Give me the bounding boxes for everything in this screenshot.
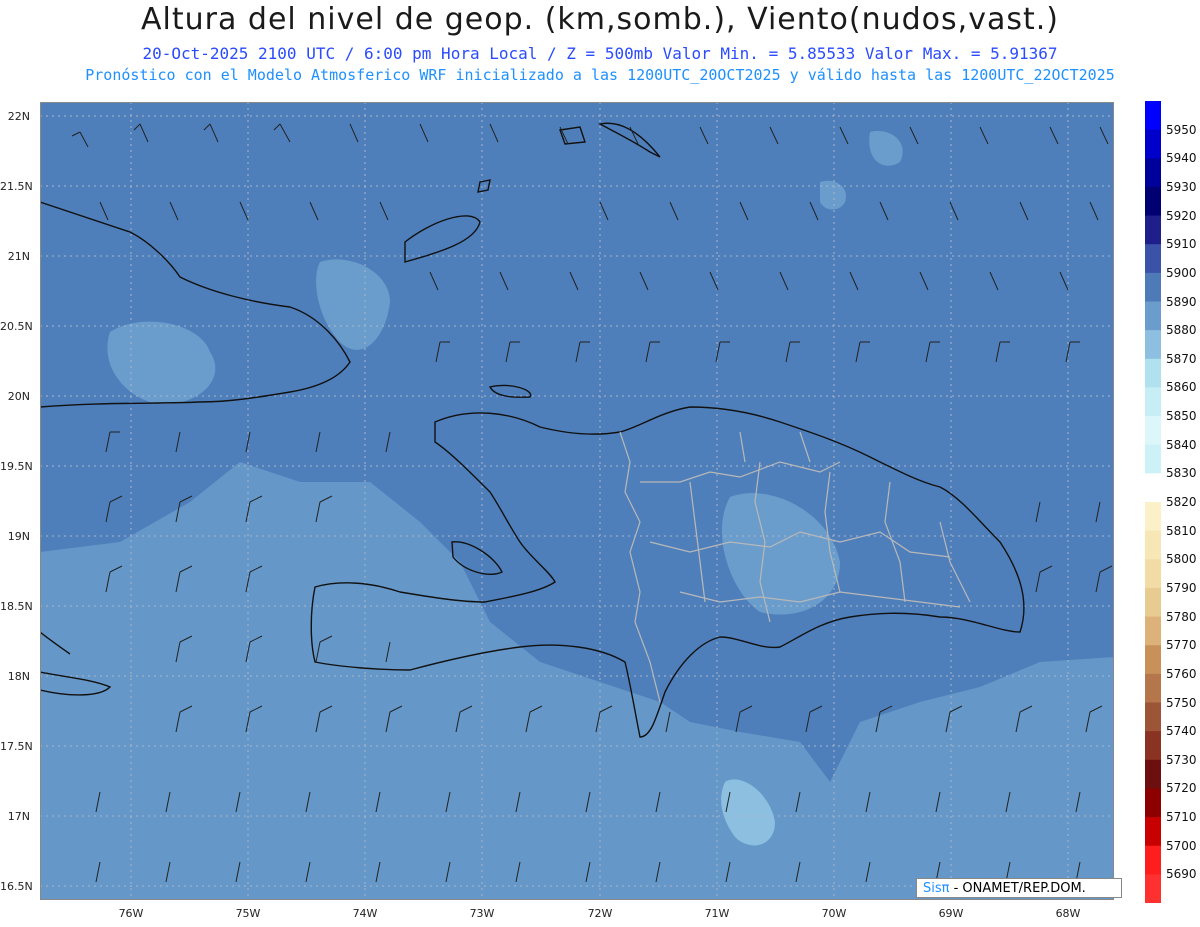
colorbar-swatch bbox=[1145, 330, 1161, 360]
colorbar-swatch bbox=[1145, 129, 1161, 159]
colorbar-swatch bbox=[1145, 387, 1161, 417]
lat-label: 18.5N bbox=[0, 600, 33, 613]
lat-label: 17N bbox=[7, 810, 30, 823]
colorbar-level-label: 5760 bbox=[1166, 666, 1197, 681]
lon-label: 70W bbox=[821, 907, 847, 920]
colorbar-swatch bbox=[1145, 444, 1161, 474]
colorbar-level-label: 5690 bbox=[1166, 867, 1197, 882]
colorbar-swatch bbox=[1145, 759, 1161, 789]
colorbar-swatch bbox=[1145, 731, 1161, 761]
lon-label: 71W bbox=[704, 907, 730, 920]
lat-label: 16.5N bbox=[0, 880, 33, 893]
brand-logo-text: Sisπ bbox=[923, 881, 950, 896]
colorbar-swatch bbox=[1145, 788, 1161, 818]
colorbar-level-label: 5700 bbox=[1166, 838, 1197, 853]
colorbar-level-label: 5800 bbox=[1166, 552, 1197, 567]
colorbar-level-label: 5780 bbox=[1166, 609, 1197, 624]
colorbar-swatch bbox=[1145, 244, 1161, 274]
lon-label: 68W bbox=[1055, 907, 1081, 920]
colorbar bbox=[1145, 101, 1161, 903]
credit-box: Sisπ - ONAMET/REP.DOM. bbox=[916, 878, 1122, 898]
colorbar-swatch bbox=[1145, 616, 1161, 646]
colorbar-level-label: 5870 bbox=[1166, 351, 1197, 366]
lat-label: 19.5N bbox=[0, 460, 33, 473]
colorbar-level-label: 5710 bbox=[1166, 810, 1197, 825]
colorbar-swatch bbox=[1145, 158, 1161, 188]
colorbar-swatch bbox=[1145, 101, 1161, 131]
lon-label: 75W bbox=[235, 907, 261, 920]
colorbar-swatch bbox=[1145, 673, 1161, 703]
colorbar-swatch bbox=[1145, 301, 1161, 331]
colorbar-level-label: 5950 bbox=[1166, 122, 1197, 137]
colorbar-swatch bbox=[1145, 272, 1161, 302]
lat-label: 20N bbox=[7, 390, 30, 403]
colorbar-swatch bbox=[1145, 502, 1161, 532]
colorbar-level-label: 5820 bbox=[1166, 495, 1197, 509]
lon-label: 76W bbox=[118, 907, 144, 920]
lon-label: 74W bbox=[352, 907, 378, 920]
colorbar-swatch bbox=[1145, 587, 1161, 618]
lat-label: 19N bbox=[7, 530, 30, 543]
colorbar-swatch bbox=[1145, 702, 1161, 732]
colorbar-level-label: 5880 bbox=[1166, 323, 1197, 338]
colorbar-level-label: 5720 bbox=[1166, 781, 1197, 796]
colorbar-swatch bbox=[1145, 645, 1161, 675]
valid-time-subtitle: 20-Oct-2025 2100 UTC / 6:00 pm Hora Loca… bbox=[142, 44, 1058, 63]
lon-label: 73W bbox=[469, 907, 495, 920]
geopotential-map bbox=[40, 102, 1114, 900]
colorbar-level-label: 5830 bbox=[1166, 466, 1197, 481]
lon-label: 69W bbox=[938, 907, 964, 920]
colorbar-level-label: 5900 bbox=[1166, 265, 1197, 280]
lon-label: 72W bbox=[587, 907, 613, 920]
credit-text: - ONAMET/REP.DOM. bbox=[953, 881, 1086, 896]
lat-label: 21.5N bbox=[0, 180, 33, 193]
colorbar-level-label: 5910 bbox=[1166, 237, 1197, 252]
colorbar-swatch bbox=[1145, 874, 1161, 903]
lat-label: 20.5N bbox=[0, 320, 33, 333]
colorbar-level-label: 5750 bbox=[1166, 695, 1197, 710]
colorbar-swatch bbox=[1145, 559, 1161, 589]
colorbar-level-label: 5890 bbox=[1166, 294, 1197, 309]
colorbar-level-label: 5940 bbox=[1166, 151, 1197, 166]
colorbar-swatch bbox=[1145, 473, 1161, 503]
lat-label: 18N bbox=[7, 670, 30, 683]
colorbar-level-label: 5840 bbox=[1166, 437, 1197, 452]
colorbar-swatch bbox=[1145, 186, 1161, 217]
colorbar-swatch bbox=[1145, 358, 1161, 388]
map-title: Altura del nivel de geop. (km,somb.), Vi… bbox=[141, 2, 1059, 37]
colorbar-level-label: 5810 bbox=[1166, 523, 1197, 538]
colorbar-swatch bbox=[1145, 817, 1161, 847]
colorbar-level-label: 5740 bbox=[1166, 724, 1197, 739]
colorbar-level-label: 5920 bbox=[1166, 208, 1197, 223]
colorbar-level-label: 5850 bbox=[1166, 409, 1197, 424]
colorbar-swatch bbox=[1145, 530, 1161, 560]
colorbar-level-label: 5730 bbox=[1166, 752, 1197, 767]
colorbar-swatch bbox=[1145, 215, 1161, 245]
lat-label: 22N bbox=[7, 110, 30, 123]
colorbar-level-label: 5930 bbox=[1166, 179, 1197, 194]
lat-label: 21N bbox=[7, 250, 30, 263]
colorbar-level-label: 5790 bbox=[1166, 580, 1197, 595]
colorbar-level-label: 5860 bbox=[1166, 380, 1197, 395]
colorbar-level-label: 5770 bbox=[1166, 638, 1197, 653]
lat-label: 17.5N bbox=[0, 740, 33, 753]
colorbar-swatch bbox=[1145, 416, 1161, 446]
colorbar-swatch bbox=[1145, 845, 1161, 875]
model-info-subtitle: Pronóstico con el Modelo Atmosferico WRF… bbox=[85, 66, 1115, 84]
